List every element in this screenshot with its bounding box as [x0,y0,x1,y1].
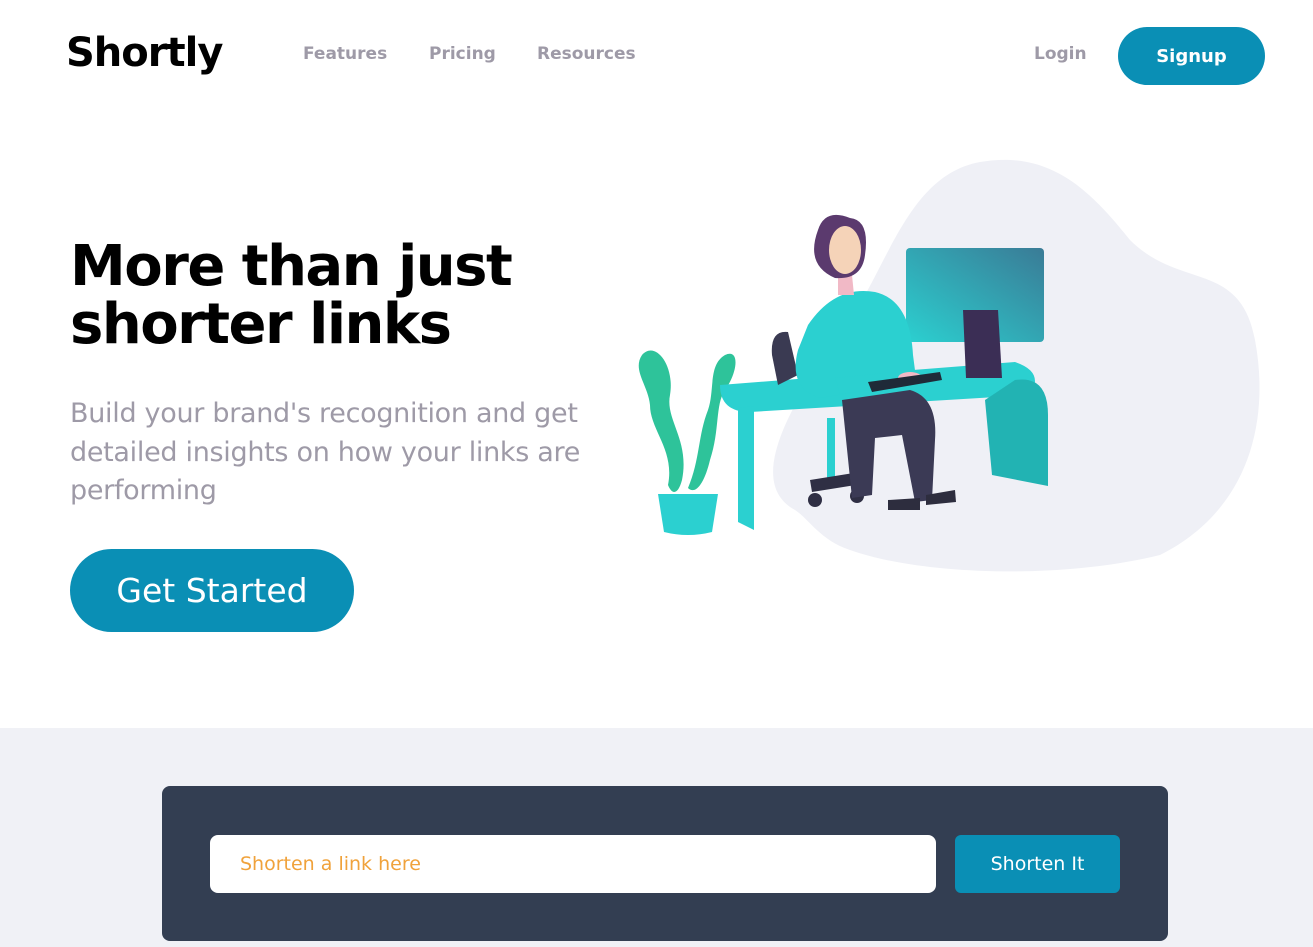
hero-title: More than just shorter links [70,234,513,357]
person-working-illustration [638,159,1260,572]
shorten-it-button[interactable]: Shorten It [955,835,1120,893]
nav-link-pricing[interactable]: Pricing [429,44,496,64]
get-started-button[interactable]: Get Started [70,549,354,632]
desk-leg-right [985,379,1048,486]
hero-subtitle: Build your brand's recognition and get d… [70,398,581,506]
logo[interactable]: Shortly [66,30,223,76]
plant-leaf-left [638,350,684,492]
person-face [829,226,861,274]
chair-back [771,331,798,385]
login-link[interactable]: Login [1034,44,1087,64]
nav-link-resources[interactable]: Resources [537,44,636,64]
shorten-form: Shorten It [162,786,1168,941]
monitor-stand [963,310,1002,378]
plant-leaf-right [688,353,736,491]
desk-leg-left [738,406,754,530]
chair-post [827,418,835,480]
signup-button[interactable]: Signup [1118,27,1265,85]
plant-pot [658,494,718,535]
nav-link-features[interactable]: Features [303,44,387,64]
link-input[interactable] [210,835,936,893]
